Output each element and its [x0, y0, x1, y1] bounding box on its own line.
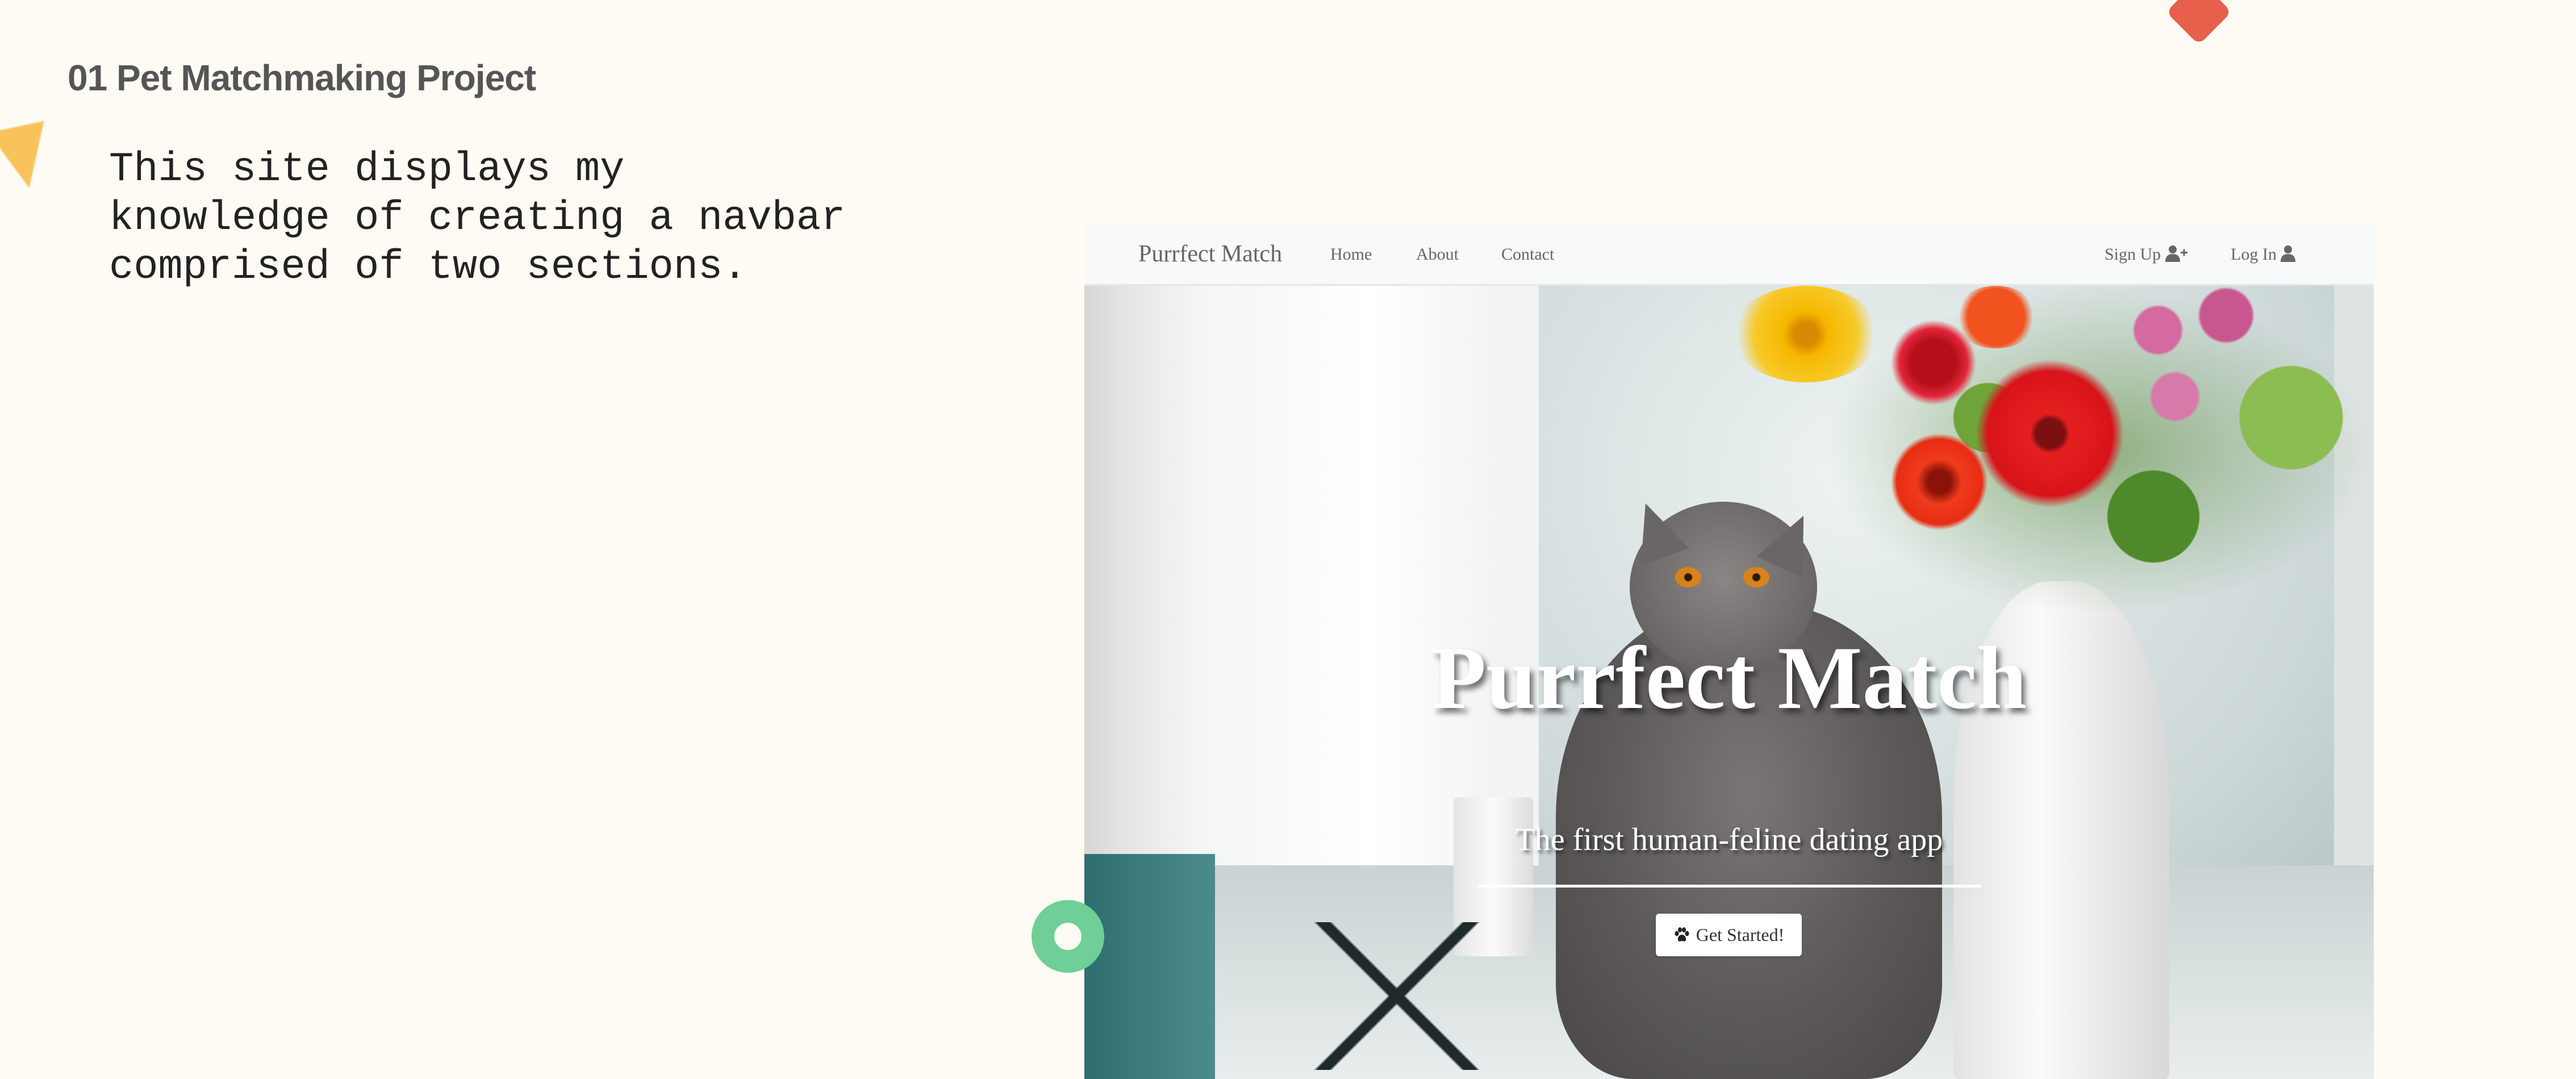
hero-photo: Purrfect Match The first human-feline da…: [1084, 286, 2374, 1079]
green-ring-decoration: [1032, 900, 1104, 973]
navbar: Purrfect Match Home About Contact Sign U…: [1084, 223, 2374, 286]
get-started-button[interactable]: Get Started!: [1656, 914, 1802, 956]
red-flower: [1976, 360, 2124, 507]
hero-divider: [1479, 885, 1981, 888]
hero-subtitle: The first human-feline dating app: [1515, 822, 1943, 857]
user-plus-icon: [2165, 245, 2187, 262]
nav-link-home[interactable]: Home: [1330, 245, 1372, 264]
paw-icon: [1675, 927, 1689, 941]
teal-block: [1084, 854, 1215, 1079]
cat-eye-left: [1675, 567, 1701, 588]
user-icon: [2281, 245, 2296, 262]
sign-up-label: Sign Up: [2105, 245, 2161, 264]
orange-flower: [1953, 286, 2039, 348]
nav-link-about[interactable]: About: [1416, 245, 1459, 264]
pink-flowers: [2107, 286, 2277, 434]
yellow-flower: [1732, 286, 1880, 382]
project-description: This site displays my knowledge of creat…: [109, 146, 846, 290]
nav-link-log-in[interactable]: Log In: [2231, 245, 2296, 264]
nav-link-contact[interactable]: Contact: [1501, 245, 1554, 264]
log-in-label: Log In: [2231, 245, 2277, 264]
cat-eye-right: [1743, 567, 1769, 588]
navbar-brand[interactable]: Purrfect Match: [1138, 240, 1282, 268]
hero-title: Purrfect Match: [1431, 628, 2027, 728]
project-title: 01 Pet Matchmaking Project: [68, 57, 536, 98]
get-started-label: Get Started!: [1696, 924, 1785, 945]
red-diamond-decoration: [2166, 0, 2232, 45]
yellow-triangle-decoration: [0, 120, 57, 194]
project-screenshot: Purrfect Match Home About Contact Sign U…: [1084, 223, 2374, 1079]
antler-decoration: [1312, 922, 1482, 1070]
nav-link-sign-up[interactable]: Sign Up: [2105, 245, 2188, 264]
red-flower: [1891, 434, 1988, 530]
